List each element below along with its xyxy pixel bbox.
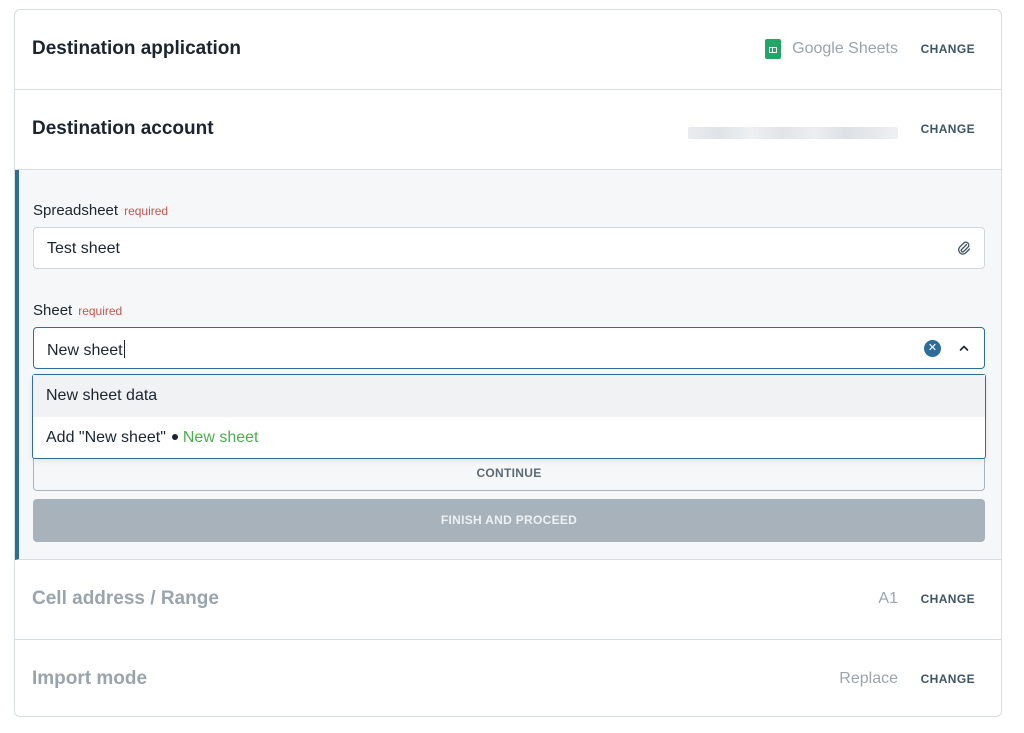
clear-icon[interactable]: ✕ <box>924 340 941 357</box>
change-destination-account-button[interactable]: CHANGE <box>921 122 975 136</box>
cell-address-value: A1 <box>878 590 898 607</box>
bullet-dot-icon <box>171 434 178 440</box>
destination-application-row: Destination application Google Sheets CH… <box>15 10 1001 90</box>
destination-account-row: Destination account CHANGE <box>15 90 1001 170</box>
spreadsheet-required-tag: required <box>124 204 169 218</box>
google-sheets-icon <box>765 39 781 59</box>
import-mode-title: Import mode <box>32 668 148 689</box>
destination-application-value: Google Sheets <box>792 40 898 57</box>
change-import-mode-button[interactable]: CHANGE <box>921 672 975 686</box>
spreadsheet-label-text: Spreadsheet <box>33 202 119 219</box>
sheet-combobox-input[interactable]: New sheet ✕ <box>33 327 985 369</box>
blurred-account-email <box>688 127 898 139</box>
change-cell-address-button[interactable]: CHANGE <box>921 592 975 606</box>
spreadsheet-input[interactable]: Test sheet <box>33 227 985 269</box>
destination-application-title: Destination application <box>32 38 242 59</box>
chevron-up-icon[interactable] <box>958 342 970 354</box>
change-destination-application-button[interactable]: CHANGE <box>921 42 975 56</box>
cell-address-row: Cell address / Range A1 CHANGE <box>15 560 1001 640</box>
destination-settings-card: Destination application Google Sheets CH… <box>14 9 1002 717</box>
dropdown-option-add-sheet[interactable]: Add "New sheet" New sheet <box>33 417 985 459</box>
dropdown-option-existing-label: New sheet data <box>46 387 158 404</box>
sheet-label: Sheet required <box>33 302 122 319</box>
sheet-label-text: Sheet <box>33 302 73 319</box>
dropdown-option-add-label: Add "New sheet" <box>46 429 166 446</box>
spreadsheet-input-value: Test sheet <box>47 240 120 257</box>
sheet-configuration-section: Spreadsheet required Test sheet Sheet requ… <box>15 170 1001 560</box>
paperclip-icon[interactable] <box>957 241 971 255</box>
destination-account-title: Destination account <box>32 118 214 139</box>
sheet-input-value: New sheet <box>47 340 125 360</box>
dropdown-option-add-tag: New sheet <box>182 429 259 446</box>
sheet-required-tag: required <box>78 304 123 318</box>
dropdown-option-existing-sheet[interactable]: New sheet data <box>33 375 985 417</box>
text-caret <box>123 340 125 358</box>
import-mode-row: Import mode Replace CHANGE <box>15 640 1001 716</box>
import-mode-value: Replace <box>839 670 898 687</box>
sheet-dropdown-menu: New sheet data Add "New sheet" New sheet <box>32 374 986 459</box>
sheet-input-text: New sheet <box>47 342 123 359</box>
cell-address-title: Cell address / Range <box>32 588 219 609</box>
spreadsheet-label: Spreadsheet required <box>33 202 168 219</box>
finish-and-proceed-button[interactable]: FINISH AND PROCEED <box>33 499 985 542</box>
